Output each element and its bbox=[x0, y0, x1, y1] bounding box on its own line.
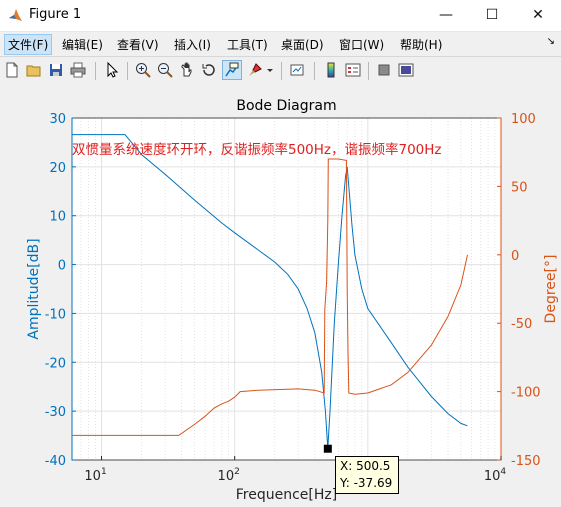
menu-file[interactable]: 文件(F) bbox=[4, 34, 53, 55]
left-tick-label: 10 bbox=[49, 210, 66, 225]
data-tip-marker bbox=[323, 444, 332, 453]
data-cursor-icon[interactable] bbox=[222, 60, 242, 80]
toolbar-separator bbox=[314, 62, 315, 80]
window-title: Figure 1 bbox=[29, 7, 82, 22]
print-icon[interactable] bbox=[68, 60, 88, 80]
menu-edit[interactable]: 编辑(E) bbox=[59, 35, 106, 54]
toolbar-separator bbox=[368, 62, 369, 80]
pan-icon[interactable] bbox=[177, 60, 197, 80]
toolbar-separator bbox=[281, 62, 282, 80]
brush-dropdown-icon[interactable] bbox=[265, 60, 275, 80]
bode-chart[interactable]: 3020100-10-20-30-40100500-50-100-150101 1… bbox=[0, 86, 561, 507]
left-tick-label: -10 bbox=[45, 307, 66, 322]
maximize-button[interactable]: ☐ bbox=[469, 0, 515, 31]
link-plot-icon[interactable] bbox=[287, 60, 307, 80]
zoom-in-icon[interactable] bbox=[133, 60, 153, 80]
x-tick-label: 102 bbox=[218, 467, 240, 484]
toolbar bbox=[0, 56, 561, 87]
colorbar-icon[interactable] bbox=[321, 60, 341, 80]
menu-bar: 文件(F) 编辑(E) 查看(V) 插入(I) 工具(T) 桌面(D) 窗口(W… bbox=[0, 32, 561, 55]
menu-view[interactable]: 查看(V) bbox=[114, 35, 162, 54]
figure-canvas[interactable]: 30 20 10 0 -10 -20 -30 -40 100 50 0 -50 -100 -150 101 1… bbox=[0, 86, 561, 507]
right-tick-label: -100 bbox=[511, 386, 541, 401]
pointer-icon[interactable] bbox=[102, 60, 122, 80]
left-tick-label: -30 bbox=[45, 405, 66, 420]
data-tip-y: Y: -37.69 bbox=[340, 476, 393, 490]
menu-insert[interactable]: 插入(I) bbox=[171, 35, 214, 54]
right-tick-label: -50 bbox=[511, 317, 532, 332]
open-file-icon[interactable] bbox=[24, 60, 44, 80]
x-tick-label: 101 bbox=[84, 467, 106, 484]
right-tick-label: -150 bbox=[511, 454, 541, 469]
data-tip-x: X: 500.5 bbox=[340, 459, 391, 473]
toolbar-separator bbox=[127, 62, 128, 80]
toolbar-separator bbox=[95, 62, 96, 80]
show-plot-tools-icon[interactable] bbox=[396, 60, 416, 80]
right-tick-label: 100 bbox=[511, 112, 536, 127]
hide-plot-tools-icon[interactable] bbox=[374, 60, 394, 80]
left-tick-label: -40 bbox=[45, 454, 66, 469]
left-tick-label: 20 bbox=[49, 161, 66, 176]
menu-help[interactable]: 帮助(H) bbox=[397, 35, 445, 54]
new-figure-icon[interactable] bbox=[2, 60, 22, 80]
brush-icon[interactable] bbox=[245, 60, 265, 80]
title-bar[interactable]: Figure 1 — ☐ ✕ bbox=[0, 0, 561, 32]
right-tick-label: 50 bbox=[511, 180, 528, 195]
left-tick-label: 0 bbox=[58, 259, 66, 274]
left-y-axis-label: Amplitude[dB] bbox=[26, 238, 42, 339]
zoom-out-icon[interactable] bbox=[155, 60, 175, 80]
close-button[interactable]: ✕ bbox=[515, 0, 561, 31]
matlab-logo-icon bbox=[9, 9, 22, 21]
legend-icon[interactable] bbox=[343, 60, 363, 80]
menu-desktop[interactable]: 桌面(D) bbox=[278, 35, 327, 54]
right-tick-label: 0 bbox=[511, 249, 519, 264]
right-y-axis-label: Degree[°] bbox=[543, 255, 559, 324]
menu-tools[interactable]: 工具(T) bbox=[224, 35, 271, 54]
left-tick-label: 30 bbox=[49, 112, 66, 127]
rotate-3d-icon[interactable] bbox=[199, 60, 219, 80]
minimize-button[interactable]: — bbox=[423, 0, 469, 31]
menu-dock-arrow-icon[interactable]: ↘ bbox=[547, 36, 555, 47]
data-tip[interactable]: X: 500.5 Y: -37.69 bbox=[335, 456, 399, 494]
menu-window[interactable]: 窗口(W) bbox=[336, 35, 387, 54]
x-tick-label: 104 bbox=[484, 467, 507, 484]
chart-title: Bode Diagram bbox=[236, 98, 336, 114]
plot-area bbox=[72, 118, 501, 460]
chart-annotation: 双惯量系统速度环开环，反谐振频率500Hz，谐振频率700Hz bbox=[72, 141, 442, 158]
left-tick-label: -20 bbox=[45, 356, 66, 371]
save-icon[interactable] bbox=[46, 60, 66, 80]
x-axis-label: Frequence[Hz] bbox=[236, 487, 337, 503]
